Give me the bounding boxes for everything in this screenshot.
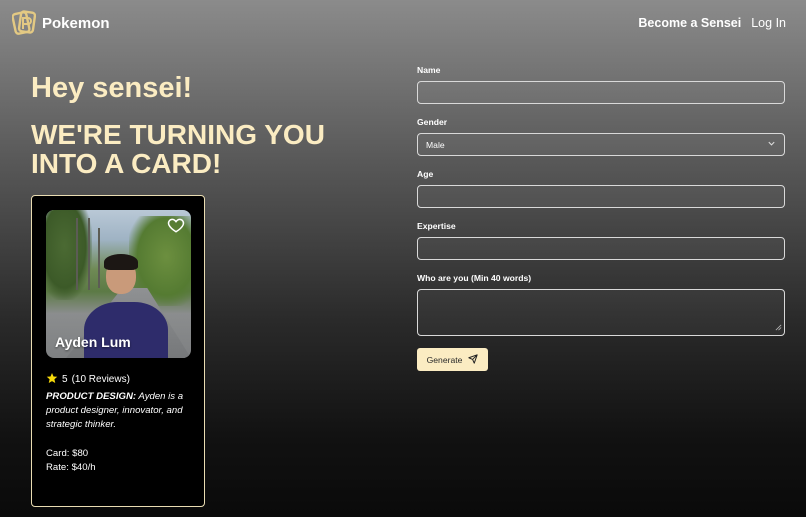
card-price: Card: $80 — [46, 448, 89, 459]
card-description: PRODUCT DESIGN: Ayden is a product desig… — [46, 390, 196, 432]
expertise-input[interactable] — [417, 237, 785, 260]
login-link[interactable]: Log In — [751, 16, 786, 30]
resize-handle-icon[interactable] — [775, 323, 782, 333]
gender-value: Male — [426, 139, 445, 150]
brand-logo[interactable]: Pokemon — [12, 9, 110, 37]
profile-photo: Ayden Lum — [46, 210, 191, 358]
age-label: Age — [417, 169, 434, 179]
greeting-heading: Hey sensei! — [31, 72, 193, 104]
pokemon-logo-icon — [12, 9, 36, 37]
about-textarea[interactable] — [417, 289, 785, 336]
name-input[interactable] — [417, 81, 785, 104]
headline-line-1: WE'RE TURNING YOU — [31, 119, 325, 150]
send-icon — [468, 353, 479, 366]
headline-line-2: INTO A CARD! — [31, 148, 222, 179]
generate-button[interactable]: Generate — [417, 348, 488, 371]
card-name: Ayden Lum — [55, 334, 131, 350]
expertise-tag: PRODUCT DESIGN: — [46, 391, 137, 402]
rating: 5 (10 Reviews) — [46, 372, 130, 387]
gender-select[interactable]: Male — [417, 133, 785, 156]
age-input[interactable] — [417, 185, 785, 208]
name-label: Name — [417, 65, 441, 75]
become-sensei-link[interactable]: Become a Sensei — [638, 16, 741, 30]
rating-value: 5 — [62, 374, 68, 385]
review-count: (10 Reviews) — [71, 374, 130, 385]
gender-label: Gender — [417, 117, 448, 127]
generate-label: Generate — [426, 354, 463, 365]
chevron-down-icon — [767, 139, 776, 150]
expertise-label: Expertise — [417, 221, 456, 231]
top-nav: Become a Sensei Log In — [638, 16, 786, 30]
hourly-rate: Rate: $40/h — [46, 462, 96, 473]
star-icon — [46, 372, 58, 387]
pricing: Card: $80 Rate: $40/h — [46, 447, 96, 475]
sensei-card: Ayden Lum 5 (10 Reviews) PRODUCT DESIGN:… — [31, 195, 205, 507]
brand-name: Pokemon — [42, 14, 110, 32]
headline: WE'RE TURNING YOU INTO A CARD! — [31, 120, 361, 178]
heart-icon[interactable] — [167, 216, 185, 234]
about-label: Who are you (Min 40 words) — [417, 273, 532, 283]
card-form: Name Gender Male Age Expertise Who are y… — [417, 64, 785, 371]
